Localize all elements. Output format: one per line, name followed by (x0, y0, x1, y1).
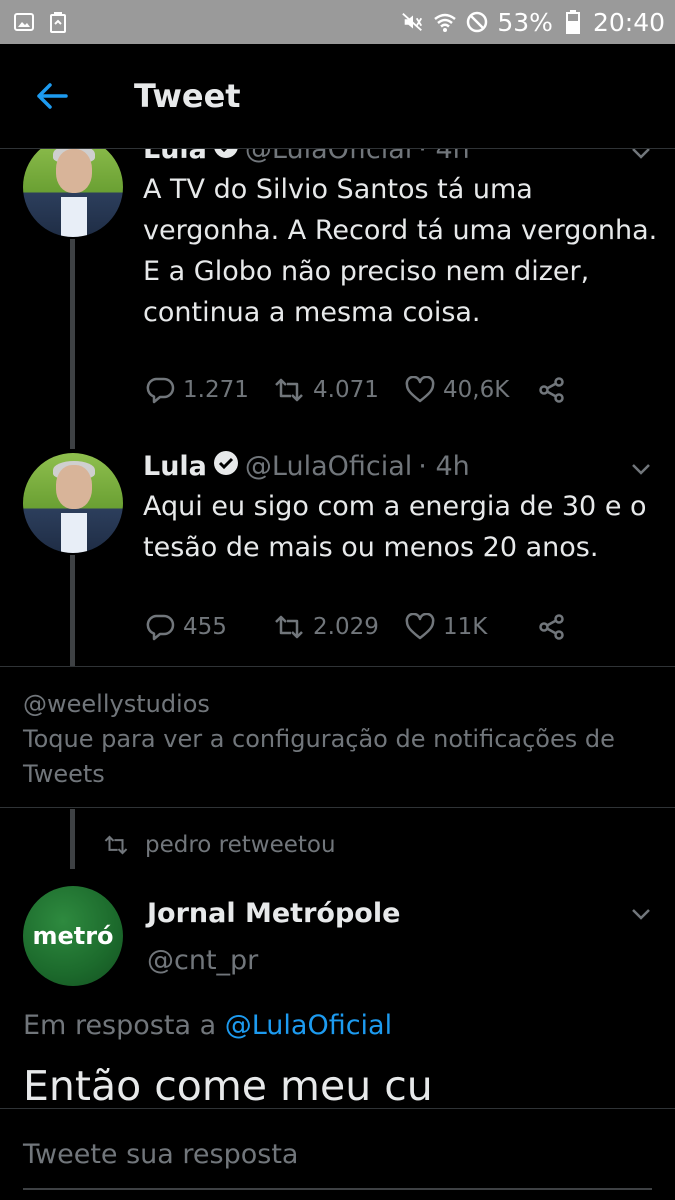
tweet-text: Então come meu cu (23, 1062, 433, 1106)
author-name[interactable]: Lula (143, 149, 207, 165)
tweet-text: A TV do Silvio Santos tá uma vergonha. A… (143, 174, 658, 328)
retweet-icon (104, 835, 128, 855)
reply-mention-link[interactable]: @LulaOficial (225, 1010, 392, 1041)
retweet-icon (275, 615, 303, 639)
wifi-icon (433, 10, 457, 34)
tweet-time: · 4h (418, 149, 470, 165)
battery-icon (561, 10, 585, 34)
tweet-1[interactable]: Lula @LulaOficial · 4h A TV do Silvio Sa… (0, 149, 675, 449)
chevron-down-icon[interactable] (629, 149, 653, 165)
share-button[interactable] (537, 376, 567, 404)
reply-icon (146, 377, 175, 404)
reply-button[interactable]: 455 (145, 613, 273, 641)
like-count: 40,6K (443, 377, 510, 403)
author-name[interactable]: Lula (143, 451, 207, 482)
reply-prefix: Em resposta a (23, 1010, 217, 1041)
status-bar: 53% 20:40 (0, 0, 675, 44)
back-arrow-icon (37, 83, 68, 109)
chevron-down-icon[interactable] (629, 902, 653, 926)
author-handle[interactable]: @LulaOficial (245, 149, 412, 165)
retweeted-by[interactable]: pedro retweetou (145, 832, 336, 858)
thread-line (70, 239, 75, 449)
reply-count: 455 (183, 614, 227, 640)
like-button[interactable]: 40,6K (405, 376, 537, 404)
avatar[interactable]: metró (23, 886, 123, 986)
tweet-text: Aqui eu sigo com a energia de 30 e o tes… (143, 491, 647, 563)
reply-context: Em resposta a @LulaOficial (23, 1010, 392, 1041)
author-handle[interactable]: @cnt_pr (147, 945, 258, 976)
tweet-author-row: Lula @LulaOficial · 4h (143, 149, 470, 166)
heart-icon (405, 613, 435, 640)
reply-placeholder: Tweete sua resposta (23, 1139, 299, 1170)
retweet-count: 2.029 (313, 614, 379, 640)
retweet-button[interactable]: 2.029 (273, 614, 405, 640)
tweet-actions: 1.271 4.071 40,6K (145, 376, 567, 404)
reply-input[interactable]: Tweete sua resposta (0, 1108, 675, 1188)
avatar[interactable] (23, 453, 123, 553)
verified-icon (213, 149, 239, 166)
share-button[interactable] (537, 613, 567, 641)
like-count: 11K (443, 614, 488, 640)
thread-line (70, 809, 75, 869)
input-underline (23, 1188, 652, 1190)
back-button[interactable] (26, 70, 78, 122)
chevron-down-icon[interactable] (629, 457, 653, 481)
recycle-icon (46, 10, 70, 34)
retweet-context: pedro retweetou (103, 832, 336, 858)
clock: 20:40 (592, 7, 665, 37)
share-icon (539, 614, 564, 640)
tweet-time: · 4h (418, 451, 470, 482)
avatar-logo-text: metró (32, 922, 114, 950)
battery-percent: 53% (497, 7, 553, 37)
notification-message: Toque para ver a configuração de notific… (23, 725, 615, 788)
reply-icon (146, 614, 175, 641)
like-button[interactable]: 11K (405, 613, 537, 641)
verified-icon (213, 450, 239, 483)
thread-line (70, 555, 75, 666)
heart-icon (405, 376, 435, 403)
retweet-button[interactable]: 4.071 (273, 377, 405, 403)
author-handle[interactable]: @LulaOficial (245, 451, 412, 482)
reply-button[interactable]: 1.271 (145, 376, 273, 404)
notification-settings-banner[interactable]: @weellystudios Toque para ver a configur… (0, 666, 675, 808)
mute-icon (401, 10, 425, 34)
notification-account: @weellystudios (23, 690, 210, 718)
avatar[interactable] (23, 149, 123, 237)
tweet-author-row: Lula @LulaOficial · 4h (143, 450, 470, 483)
reply-count: 1.271 (183, 377, 249, 403)
retweet-count: 4.071 (313, 377, 379, 403)
image-icon (12, 10, 36, 34)
top-header: Tweet (0, 44, 675, 149)
do-not-disturb-icon (465, 10, 489, 34)
share-icon (539, 377, 564, 403)
author-name[interactable]: Jornal Metrópole (147, 898, 400, 929)
tweet-2[interactable]: Lula @LulaOficial · 4h Aqui eu sigo com … (0, 449, 675, 666)
retweet-icon (275, 378, 303, 402)
page-title: Tweet (134, 77, 241, 115)
tweet-actions: 455 2.029 11K (145, 613, 567, 641)
